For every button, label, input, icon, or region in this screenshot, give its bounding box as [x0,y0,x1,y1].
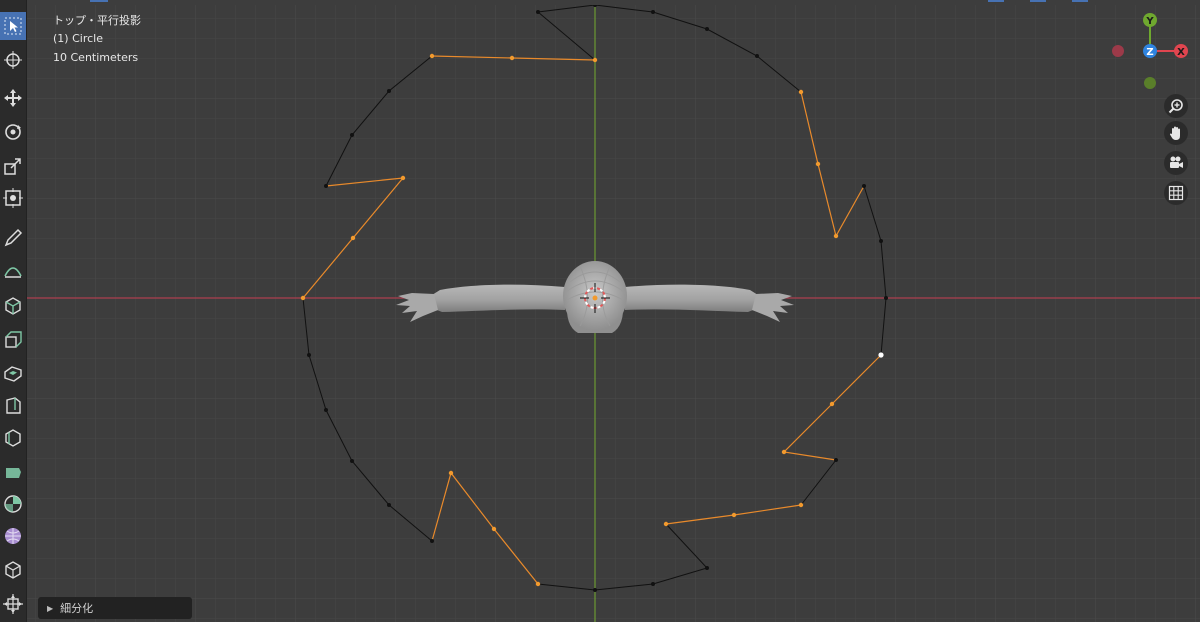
transform-tool-icon[interactable] [0,184,26,212]
header-tab-marker [1072,0,1088,2]
grid-scale-label: 10 Centimeters [53,51,139,64]
shear-tool-icon[interactable] [0,590,26,618]
header-edge [26,0,1200,5]
move-tool-icon[interactable] [0,84,26,112]
object-name-label: (1) Circle [53,32,103,45]
orthographic-grid-icon[interactable] [1164,181,1188,205]
neg-x-axis-dot[interactable] [1112,45,1124,57]
camera-icon[interactable] [1164,151,1188,175]
select-box-tool-icon[interactable] [0,12,26,40]
active-vertex[interactable] [878,352,884,358]
extrude-region-tool-icon[interactable] [0,326,26,354]
y-axis-label: Y [1145,16,1154,27]
neg-y-axis-dot[interactable] [1144,77,1156,89]
scale-tool-icon[interactable] [0,152,26,180]
pan-hand-icon[interactable] [1164,121,1188,145]
last-operation-label: 細分化 [60,602,94,615]
x-axis-label: X [1177,47,1185,58]
3d-viewport[interactable] [0,0,1200,622]
navigation-gizmo[interactable]: Y X Z [1108,8,1194,98]
tool-shelf [0,0,27,622]
add-cube-tool-icon[interactable] [0,292,26,320]
expand-triangle-icon[interactable]: ▶ [47,604,53,613]
rotate-tool-icon[interactable] [0,118,26,146]
last-operation-panel[interactable]: ▶ 細分化 [38,597,192,619]
smooth-tool-icon[interactable] [0,556,26,584]
inset-faces-tool-icon[interactable] [0,360,26,388]
header-tab-marker [90,0,108,2]
bevel-tool-icon[interactable] [0,392,26,420]
zoom-icon[interactable] [1164,94,1188,118]
loop-cut-tool-icon[interactable] [0,424,26,452]
z-axis-label: Z [1146,47,1153,58]
spin-tool-icon[interactable] [0,522,26,550]
annotate-tool-icon[interactable] [0,224,26,252]
poly-build-tool-icon[interactable] [0,490,26,518]
view-name-label: トップ・平行投影 [53,14,141,27]
header-tab-marker [988,0,1004,2]
header-tab-marker [1030,0,1046,2]
knife-tool-icon[interactable] [0,458,26,486]
measure-tool-icon[interactable] [0,256,26,284]
cursor-tool-icon[interactable] [0,46,26,74]
